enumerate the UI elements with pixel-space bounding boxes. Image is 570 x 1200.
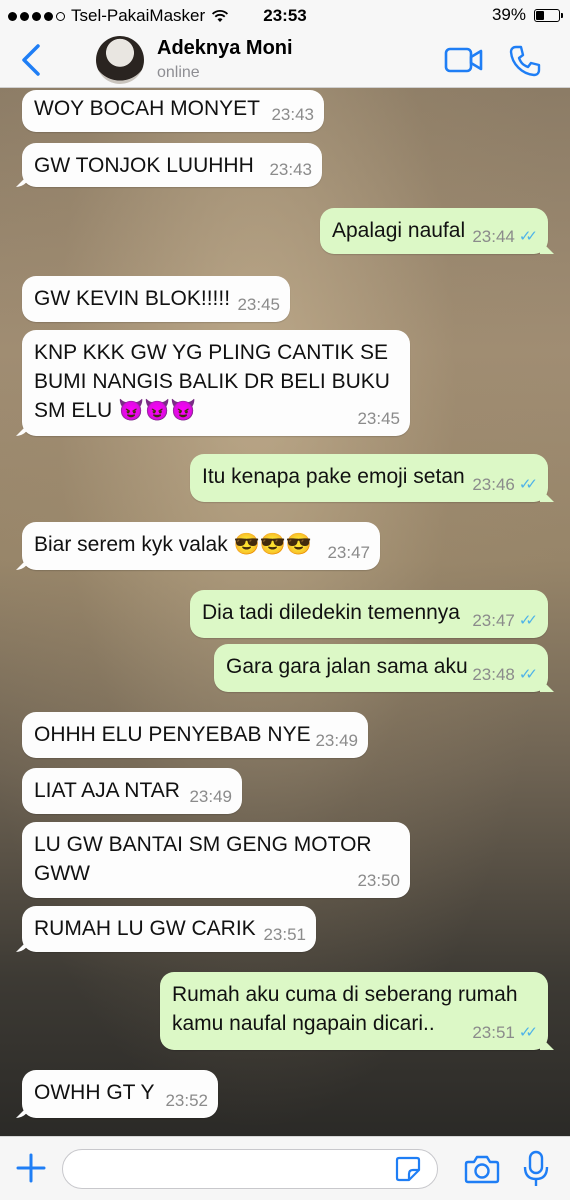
read-receipt-icon: ✓✓ bbox=[519, 611, 538, 631]
contact-name[interactable]: Adeknya Moni bbox=[157, 37, 293, 60]
message-input-bar bbox=[0, 1136, 570, 1200]
message-time: 23:48✓✓ bbox=[472, 665, 538, 685]
message-time: 23:49 bbox=[315, 731, 358, 751]
message-input[interactable] bbox=[62, 1149, 438, 1189]
message-time: 23:47 bbox=[327, 543, 370, 563]
plus-icon bbox=[14, 1151, 48, 1185]
camera-button[interactable] bbox=[464, 1153, 500, 1185]
battery-info: 39% bbox=[492, 5, 560, 25]
message-text: Dia tadi diledekin temennya bbox=[202, 601, 460, 624]
message-time: 23:46✓✓ bbox=[472, 475, 538, 495]
battery-percent: 39% bbox=[492, 5, 526, 25]
message-incoming[interactable]: GW KEVIN BLOK!!!!! 23:45 bbox=[22, 276, 290, 322]
back-button[interactable] bbox=[18, 42, 48, 78]
message-outgoing[interactable]: Rumah aku cuma di seberang rumah kamu na… bbox=[160, 972, 548, 1050]
microphone-icon bbox=[522, 1149, 550, 1189]
message-incoming[interactable]: OHHH ELU PENYEBAB NYE 23:49 bbox=[22, 712, 368, 758]
chat-messages[interactable]: WOY BOCAH MONYET 23:43 GW TONJOK LUUHHH … bbox=[0, 88, 570, 1136]
message-time: 23:43 bbox=[271, 105, 314, 125]
read-receipt-icon: ✓✓ bbox=[519, 475, 538, 495]
read-receipt-icon: ✓✓ bbox=[519, 227, 538, 247]
message-text: Itu kenapa pake emoji setan bbox=[202, 465, 465, 488]
sticker-button[interactable] bbox=[394, 1155, 422, 1183]
message-time: 23:50 bbox=[357, 871, 400, 891]
message-time: 23:47✓✓ bbox=[472, 611, 538, 631]
message-incoming[interactable]: WOY BOCAH MONYET 23:43 bbox=[22, 90, 324, 132]
message-text: Apalagi naufal bbox=[332, 219, 465, 242]
chat-header: Adeknya Moni online bbox=[0, 32, 570, 88]
message-time: 23:49 bbox=[189, 787, 232, 807]
message-time: 23:51 bbox=[263, 925, 306, 945]
message-text: OWHH GT Y bbox=[34, 1081, 155, 1104]
status-time: 23:53 bbox=[0, 6, 570, 26]
voice-message-button[interactable] bbox=[522, 1149, 550, 1189]
attach-button[interactable] bbox=[14, 1151, 48, 1185]
message-incoming[interactable]: Biar serem kyk valak 😎😎😎 23:47 bbox=[22, 522, 380, 570]
message-time: 23:52 bbox=[165, 1091, 208, 1111]
message-time: 23:51✓✓ bbox=[472, 1023, 538, 1043]
message-outgoing[interactable]: Dia tadi diledekin temennya 23:47✓✓ bbox=[190, 590, 548, 638]
message-incoming[interactable]: RUMAH LU GW CARIK 23:51 bbox=[22, 906, 316, 952]
message-text: LIAT AJA NTAR bbox=[34, 779, 180, 802]
message-outgoing[interactable]: Itu kenapa pake emoji setan 23:46✓✓ bbox=[190, 454, 548, 502]
message-text: Gara gara jalan sama aku bbox=[226, 655, 468, 678]
chevron-left-icon bbox=[18, 42, 48, 78]
message-text: RUMAH LU GW CARIK bbox=[34, 917, 256, 940]
message-time: 23:43 bbox=[269, 160, 312, 180]
video-call-icon bbox=[444, 46, 484, 74]
message-incoming[interactable]: GW TONJOK LUUHHH 23:43 bbox=[22, 143, 322, 187]
message-text: KNP KKK GW YG PLING CANTIK SE BUMI NANGI… bbox=[34, 341, 390, 422]
message-text: WOY BOCAH MONYET bbox=[34, 97, 260, 120]
status-bar: Tsel-PakaiMasker 23:53 39% bbox=[0, 0, 570, 32]
message-text: Rumah aku cuma di seberang rumah kamu na… bbox=[172, 983, 518, 1035]
avatar[interactable] bbox=[96, 36, 144, 84]
message-time: 23:45 bbox=[357, 409, 400, 429]
voice-call-button[interactable] bbox=[508, 44, 542, 78]
read-receipt-icon: ✓✓ bbox=[519, 1023, 538, 1043]
message-text: Biar serem kyk valak 😎😎😎 bbox=[34, 533, 312, 556]
video-call-button[interactable] bbox=[444, 46, 484, 74]
message-text: LU GW BANTAI SM GENG MOTOR GWW bbox=[34, 833, 372, 885]
message-text: OHHH ELU PENYEBAB NYE bbox=[34, 723, 311, 746]
contact-status: online bbox=[157, 64, 200, 82]
sticker-icon bbox=[394, 1155, 422, 1183]
message-incoming[interactable]: LIAT AJA NTAR 23:49 bbox=[22, 768, 242, 814]
message-incoming[interactable]: LU GW BANTAI SM GENG MOTOR GWW 23:50 bbox=[22, 822, 410, 898]
message-outgoing[interactable]: Gara gara jalan sama aku 23:48✓✓ bbox=[214, 644, 548, 692]
phone-call-icon bbox=[508, 44, 542, 78]
message-text: GW TONJOK LUUHHH bbox=[34, 154, 254, 177]
read-receipt-icon: ✓✓ bbox=[519, 665, 538, 685]
battery-icon bbox=[534, 9, 560, 22]
message-incoming[interactable]: OWHH GT Y 23:52 bbox=[22, 1070, 218, 1118]
message-time: 23:44✓✓ bbox=[472, 227, 538, 247]
message-text: GW KEVIN BLOK!!!!! bbox=[34, 287, 230, 310]
message-time: 23:45 bbox=[237, 295, 280, 315]
message-incoming[interactable]: KNP KKK GW YG PLING CANTIK SE BUMI NANGI… bbox=[22, 330, 410, 436]
message-outgoing[interactable]: Apalagi naufal 23:44✓✓ bbox=[320, 208, 548, 254]
camera-icon bbox=[464, 1153, 500, 1185]
